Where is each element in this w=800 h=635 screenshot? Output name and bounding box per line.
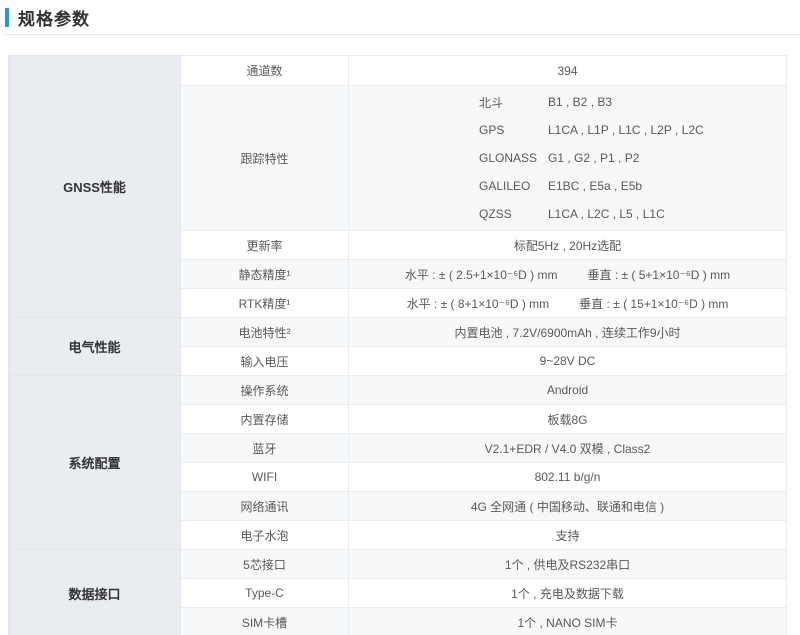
spec-value-cell: 板载8G bbox=[349, 405, 787, 434]
spec-label-cell: WIFI bbox=[181, 463, 349, 492]
spec-label-cell: 5芯接口 bbox=[181, 550, 349, 579]
spec-value-cell: V2.1+EDR / V4.0 双模 , Class2 bbox=[349, 434, 787, 463]
spec-value-cell: 北斗 B1 , B2 , B3 GPS L1CA , L1P , L1C , L… bbox=[349, 86, 787, 231]
spec-label-cell: 蓝牙 bbox=[181, 434, 349, 463]
tracking-entry: GPS L1CA , L1P , L1C , L2P , L2C bbox=[349, 116, 786, 144]
spec-value-cell: 支持 bbox=[349, 521, 787, 550]
tracking-entry: GALILEO E1BC , E5a , E5b bbox=[349, 172, 786, 200]
table-row: 电气性能 电池特性² 内置电池 , 7.2V/6900mAh , 连续工作9小时 bbox=[9, 318, 787, 347]
spec-label-cell: 更新率 bbox=[181, 231, 349, 260]
spec-label-cell: SIM卡槽 bbox=[181, 608, 349, 635]
spec-label-cell: 跟踪特性 bbox=[181, 86, 349, 231]
spec-label-cell: 通道数 bbox=[181, 56, 349, 86]
spec-value-cell: 内置电池 , 7.2V/6900mAh , 连续工作9小时 bbox=[349, 318, 787, 347]
constellation-name: GPS bbox=[479, 123, 548, 137]
spec-label-cell: 电池特性² bbox=[181, 318, 349, 347]
spec-value-cell: 1个 , 充电及数据下载 bbox=[349, 579, 787, 608]
tracking-entry: GLONASS G1 , G2 , P1 , P2 bbox=[349, 144, 786, 172]
category-cell-electrical: 电气性能 bbox=[9, 318, 181, 376]
constellation-signals: L1CA , L1P , L1C , L2P , L2C bbox=[548, 123, 704, 137]
constellation-name: 北斗 bbox=[479, 94, 548, 111]
spec-label-cell: 电子水泡 bbox=[181, 521, 349, 550]
spec-label-cell: RTK精度¹ bbox=[181, 289, 349, 318]
spec-label-cell: 内置存储 bbox=[181, 405, 349, 434]
accuracy-horizontal: 水平 : ± ( 8+1×10⁻⁶D ) mm bbox=[407, 295, 550, 312]
constellation-name: GALILEO bbox=[479, 179, 548, 193]
table-row: GNSS性能 通道数 394 bbox=[9, 56, 787, 86]
spec-value-cell: 水平 : ± ( 2.5+1×10⁻⁶D ) mm 垂直 : ± ( 5+1×1… bbox=[349, 260, 787, 289]
spec-value-cell: 394 bbox=[349, 56, 787, 86]
tracking-list: 北斗 B1 , B2 , B3 GPS L1CA , L1P , L1C , L… bbox=[349, 86, 786, 230]
accuracy-vertical: 垂直 : ± ( 5+1×10⁻⁶D ) mm bbox=[588, 266, 731, 283]
spec-value-cell: Android bbox=[349, 376, 787, 405]
category-cell-system: 系统配置 bbox=[9, 376, 181, 550]
spec-value-cell: 4G 全网通 ( 中国移动、联通和电信 ) bbox=[349, 492, 787, 521]
spec-value-cell: 1个 , 供电及RS232串口 bbox=[349, 550, 787, 579]
category-cell-interface: 数据接口 bbox=[9, 550, 181, 635]
spec-value-cell: 802.11 b/g/n bbox=[349, 463, 787, 492]
constellation-signals: L1CA , L2C , L5 , L1C bbox=[548, 207, 665, 221]
constellation-signals: G1 , G2 , P1 , P2 bbox=[548, 151, 639, 165]
page-header: 规格参数 bbox=[0, 0, 800, 35]
spec-label-cell: 静态精度¹ bbox=[181, 260, 349, 289]
spec-label-cell: 网络通讯 bbox=[181, 492, 349, 521]
tracking-entry: QZSS L1CA , L2C , L5 , L1C bbox=[349, 200, 786, 228]
constellation-name: GLONASS bbox=[479, 151, 548, 165]
accuracy-vertical: 垂直 : ± ( 15+1×10⁻⁶D ) mm bbox=[579, 295, 728, 312]
spec-value-cell: 水平 : ± ( 8+1×10⁻⁶D ) mm 垂直 : ± ( 15+1×10… bbox=[349, 289, 787, 318]
spec-label-cell: Type-C bbox=[181, 579, 349, 608]
spec-label-cell: 输入电压 bbox=[181, 347, 349, 376]
constellation-signals: E1BC , E5a , E5b bbox=[548, 179, 642, 193]
header-divider bbox=[5, 34, 800, 35]
table-row: 数据接口 5芯接口 1个 , 供电及RS232串口 bbox=[9, 550, 787, 579]
constellation-name: QZSS bbox=[479, 207, 548, 221]
accuracy-horizontal: 水平 : ± ( 2.5+1×10⁻⁶D ) mm bbox=[405, 266, 558, 283]
accent-bar bbox=[5, 8, 9, 27]
table-row: 系统配置 操作系统 Android bbox=[9, 376, 787, 405]
spec-label-cell: 操作系统 bbox=[181, 376, 349, 405]
spec-value-cell: 1个 , NANO SIM卡 bbox=[349, 608, 787, 635]
constellation-signals: B1 , B2 , B3 bbox=[548, 95, 612, 109]
spec-value-cell: 9~28V DC bbox=[349, 347, 787, 376]
category-cell-gnss: GNSS性能 bbox=[9, 56, 181, 318]
tracking-entry: 北斗 B1 , B2 , B3 bbox=[349, 88, 786, 116]
page-title: 规格参数 bbox=[18, 5, 90, 30]
spec-value-cell: 标配5Hz , 20Hz选配 bbox=[349, 231, 787, 260]
spec-table: GNSS性能 通道数 394 跟踪特性 北斗 B1 , B2 , B3 GPS … bbox=[8, 55, 787, 635]
